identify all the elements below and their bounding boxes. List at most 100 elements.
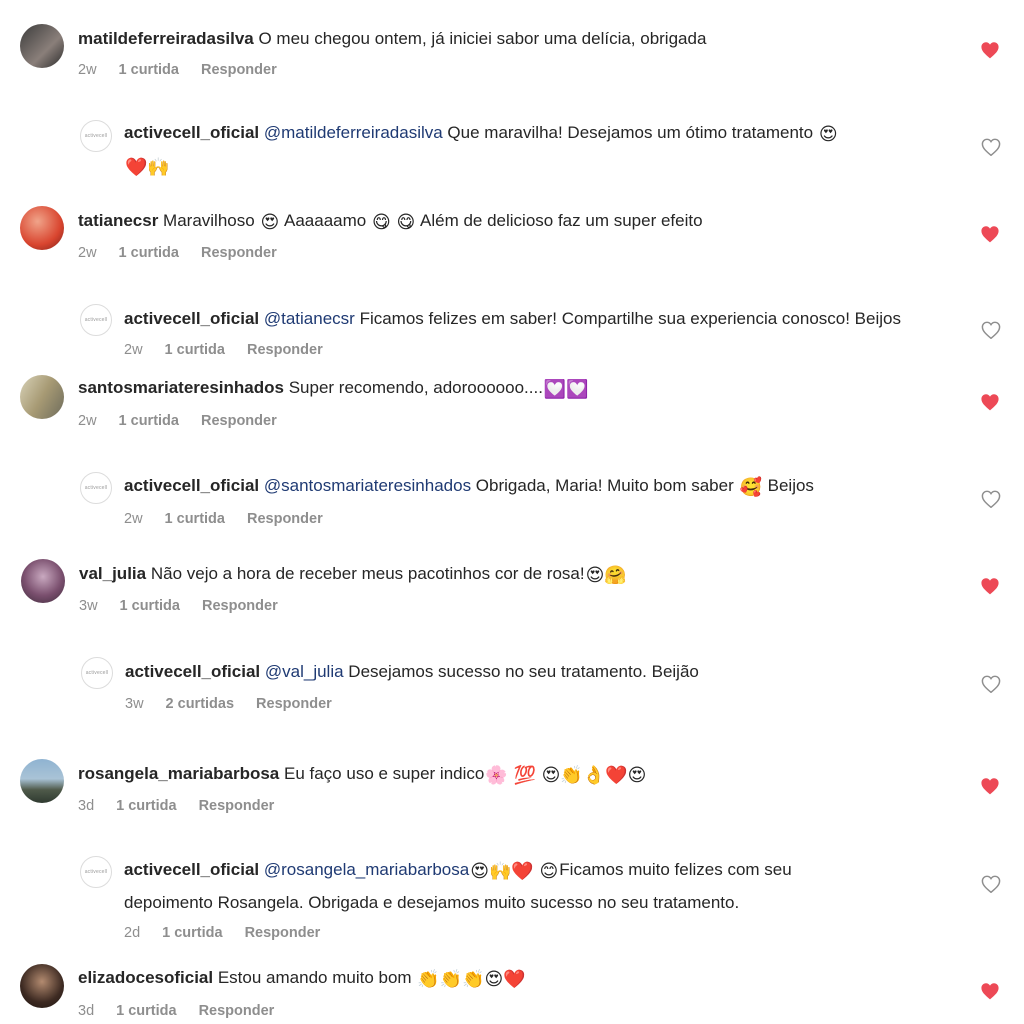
comment-text: activecell_oficial @val_julia Desejamos …	[125, 656, 699, 687]
heart-filled-icon[interactable]	[980, 777, 1000, 795]
timestamp[interactable]: 2w	[78, 245, 97, 261]
flower-hundred-emoji: 🌸 💯 😍👏👌❤️😍	[485, 765, 647, 786]
comment-meta: 3d 1 curtida Responder	[78, 1003, 296, 1019]
comment-body: Super recomendo, adoroooooo....	[283, 378, 543, 397]
reply-button[interactable]: Responder	[199, 798, 275, 814]
brand-avatar[interactable]: activecell	[80, 472, 112, 504]
reply-button[interactable]: Responder	[256, 696, 332, 712]
comment-meta: 2d 1 curtida Responder	[124, 925, 342, 941]
heart-filled-icon[interactable]	[980, 982, 1000, 1000]
username[interactable]: activecell_oficial	[125, 662, 260, 681]
mention-link[interactable]: @santosmariateresinhados	[264, 476, 471, 495]
heart-outline-icon[interactable]	[981, 138, 1001, 156]
comment-text: activecell_oficial @tatianecsr Ficamos f…	[124, 303, 901, 334]
heart-outline-icon[interactable]	[981, 490, 1001, 508]
mention-link[interactable]: @matildeferreiradasilva	[264, 123, 443, 142]
reply-button[interactable]: Responder	[199, 1003, 275, 1019]
comment-body: Beijos	[762, 476, 814, 495]
reply-button[interactable]: Responder	[247, 342, 323, 358]
heart-raised-hands-emoji: ❤️🙌	[125, 157, 170, 178]
comment-text: santosmariateresinhados Super recomendo,…	[78, 372, 590, 405]
reply-button[interactable]: Responder	[201, 245, 277, 261]
comment-body-line2: depoimento Rosangela. Obrigada e desejam…	[124, 893, 740, 912]
username[interactable]: matildeferreiradasilva	[78, 29, 254, 48]
heart-eyes-hands-emoji: 😍🙌❤️ 😊	[470, 861, 559, 882]
avatar[interactable]	[21, 559, 65, 603]
likes-count[interactable]: 1 curtida	[119, 245, 179, 261]
comment-text: val_julia Não vejo a hora de receber meu…	[79, 558, 628, 591]
username[interactable]: elizadocesoficial	[78, 968, 213, 987]
mention-link[interactable]: @tatianecsr	[264, 309, 355, 328]
timestamp[interactable]: 3d	[78, 798, 94, 814]
comment-text: tatianecsr Maravilhoso 😍 Aaaaaamo 😋 😋 Al…	[78, 205, 703, 238]
brand-avatar[interactable]: activecell	[80, 304, 112, 336]
username[interactable]: activecell_oficial	[124, 123, 259, 142]
likes-count[interactable]: 1 curtida	[119, 413, 179, 429]
likes-count[interactable]: 1 curtida	[116, 798, 176, 814]
comment-meta: 3d 1 curtida Responder	[78, 798, 296, 814]
reply-button[interactable]: Responder	[245, 925, 321, 941]
likes-count[interactable]: 1 curtida	[165, 342, 225, 358]
timestamp[interactable]: 2w	[78, 413, 97, 429]
heart-filled-icon[interactable]	[980, 577, 1000, 595]
likes-count[interactable]: 1 curtida	[165, 511, 225, 527]
avatar[interactable]	[20, 206, 64, 250]
username[interactable]: rosangela_mariabarbosa	[78, 764, 279, 783]
avatar[interactable]	[20, 964, 64, 1008]
brand-avatar[interactable]: activecell	[80, 856, 112, 888]
heart-decoration-emoji: 💟💟	[543, 379, 589, 400]
timestamp[interactable]: 3w	[125, 696, 144, 712]
username[interactable]: val_julia	[79, 564, 146, 583]
username[interactable]: activecell_oficial	[124, 476, 259, 495]
likes-count[interactable]: 1 curtida	[120, 598, 180, 614]
timestamp[interactable]: 2d	[124, 925, 140, 941]
timestamp[interactable]: 2w	[124, 511, 143, 527]
comment-meta: 2w 1 curtida Responder	[124, 511, 345, 527]
mention-link[interactable]: @rosangela_mariabarbosa	[264, 860, 469, 879]
timestamp[interactable]: 3d	[78, 1003, 94, 1019]
heart-outline-icon[interactable]	[981, 875, 1001, 893]
clapping-hands-emoji: 👏👏👏😍❤️	[417, 969, 526, 990]
username[interactable]: activecell_oficial	[124, 860, 259, 879]
comment-body: Que maravilha! Desejamos um ótimo tratam…	[442, 123, 818, 142]
comment-text: activecell_oficial @matildeferreiradasil…	[124, 117, 884, 183]
timestamp[interactable]: 2w	[78, 62, 97, 78]
username[interactable]: tatianecsr	[78, 211, 158, 230]
comment-text: matildeferreiradasilva O meu chegou onte…	[78, 23, 706, 54]
yum-emoji: 😋 😋	[371, 212, 416, 233]
reply-button[interactable]: Responder	[247, 511, 323, 527]
avatar[interactable]	[20, 375, 64, 419]
comment-body: Maravilhoso	[158, 211, 260, 230]
heart-outline-icon[interactable]	[981, 321, 1001, 339]
comment-text: activecell_oficial @rosangela_mariabarbo…	[124, 854, 904, 918]
avatar[interactable]	[20, 759, 64, 803]
heart-eyes-emoji: 😍	[818, 124, 838, 145]
heart-filled-icon[interactable]	[980, 41, 1000, 59]
comment-body: O meu chegou ontem, já iniciei sabor uma…	[253, 29, 707, 48]
comment-meta: 3w 1 curtida Responder	[79, 598, 300, 614]
username[interactable]: activecell_oficial	[124, 309, 259, 328]
comment-body: Além de delicioso faz um super efeito	[416, 211, 703, 230]
brand-avatar[interactable]: activecell	[81, 657, 113, 689]
heart-filled-icon[interactable]	[980, 225, 1000, 243]
likes-count[interactable]: 1 curtida	[119, 62, 179, 78]
heart-filled-icon[interactable]	[980, 393, 1000, 411]
comment-meta: 2w 1 curtida Responder	[124, 342, 345, 358]
heart-outline-icon[interactable]	[981, 675, 1001, 693]
likes-count[interactable]: 1 curtida	[162, 925, 222, 941]
brand-avatar[interactable]: activecell	[80, 120, 112, 152]
reply-button[interactable]: Responder	[201, 62, 277, 78]
timestamp[interactable]: 3w	[79, 598, 98, 614]
timestamp[interactable]: 2w	[124, 342, 143, 358]
heart-eyes-hug-emoji: 😍🤗	[585, 565, 627, 586]
reply-button[interactable]: Responder	[202, 598, 278, 614]
likes-count[interactable]: 2 curtidas	[166, 696, 235, 712]
avatar[interactable]	[20, 24, 64, 68]
username[interactable]: santosmariateresinhados	[78, 378, 284, 397]
comment-meta: 3w 2 curtidas Responder	[125, 696, 354, 712]
likes-count[interactable]: 1 curtida	[116, 1003, 176, 1019]
mention-link[interactable]: @val_julia	[265, 662, 344, 681]
comment-body: Desejamos sucesso no seu tratamento. Bei…	[343, 662, 699, 681]
reply-button[interactable]: Responder	[201, 413, 277, 429]
comment-meta: 2w 1 curtida Responder	[78, 245, 299, 261]
